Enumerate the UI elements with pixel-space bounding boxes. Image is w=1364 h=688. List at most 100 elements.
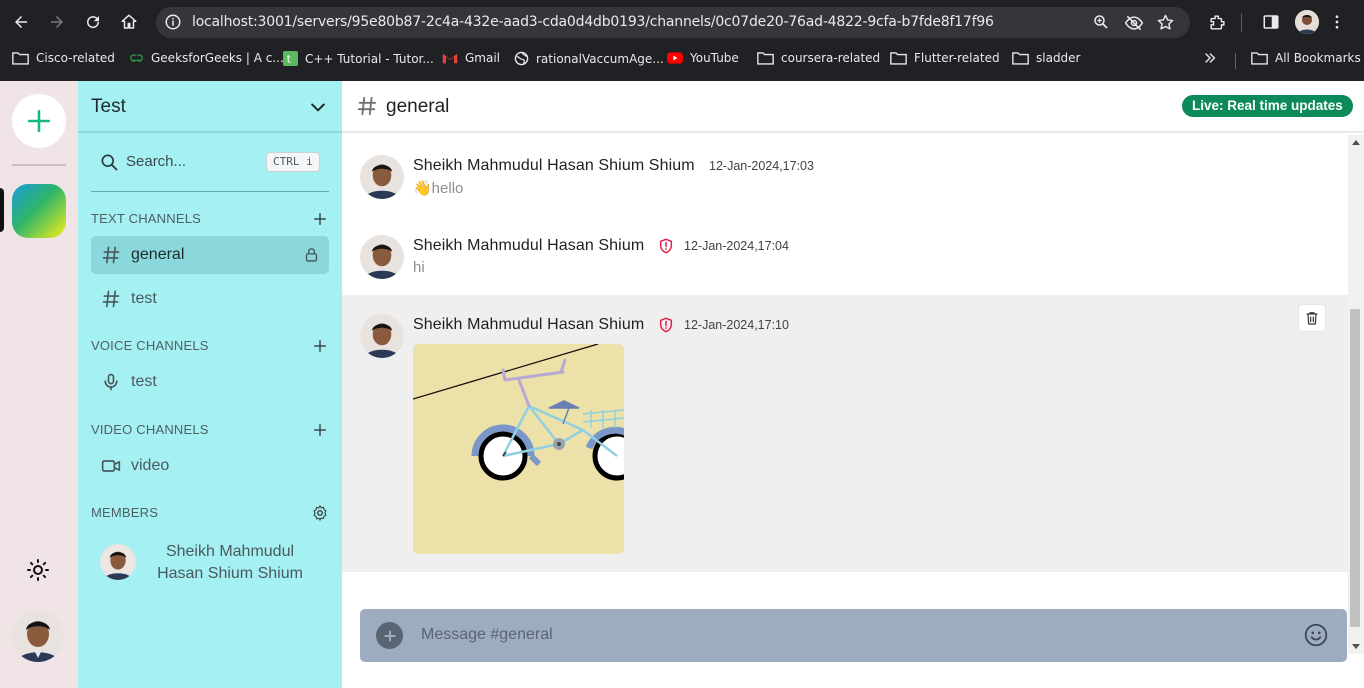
message-input[interactable]: Message #general: [421, 626, 553, 644]
channel-sidebar: Test Search... CTRL i TEXT CHANNELS gene…: [78, 81, 342, 688]
member-item[interactable]: Sheikh Mahmudul Hasan Shium Shium: [98, 540, 330, 590]
rail-separator: [12, 164, 66, 166]
sidebar-separator: [91, 191, 329, 192]
bookmark-youtube[interactable]: YouTube: [667, 51, 739, 65]
emoji-picker-smile-icon[interactable]: [1303, 622, 1329, 648]
scrollbar-thumb[interactable]: [1350, 309, 1360, 627]
side-panel-icon[interactable]: [1259, 10, 1283, 34]
image-attachment-bicycle[interactable]: [413, 344, 624, 554]
home-icon[interactable]: [117, 10, 141, 34]
live-status-badge: Live: Real time updates: [1182, 95, 1353, 117]
channel-general[interactable]: general: [91, 236, 329, 274]
more-bookmarks-icon[interactable]: [1203, 51, 1217, 65]
message-author[interactable]: Sheikh Mahmudul Hasan Shium Shium: [413, 157, 695, 175]
cpp-icon: t: [283, 51, 298, 66]
scroll-up-icon[interactable]: [1352, 140, 1360, 145]
gfg-icon: [130, 54, 143, 62]
message-item[interactable]: Sheikh Mahmudul Hasan Shium 12-Jan-2024,…: [342, 215, 1348, 295]
back-icon[interactable]: [9, 10, 33, 34]
gmail-icon: [442, 53, 458, 64]
browser-toolbar: localhost:3001/servers/95e80b87-2c4a-432…: [0, 0, 1364, 45]
server-icon-test[interactable]: [12, 184, 66, 238]
message-avatar[interactable]: [360, 235, 404, 279]
extensions-icon[interactable]: [1205, 10, 1229, 34]
youtube-icon: [667, 52, 683, 64]
plus-icon: [27, 109, 51, 133]
folder-icon: [1012, 52, 1029, 65]
svg-text:t: t: [287, 53, 291, 65]
message-scrollbar[interactable]: [1348, 135, 1364, 654]
folder-icon: [890, 52, 907, 65]
chat-area: general Live: Real time updates Sheikh M…: [342, 81, 1364, 688]
chevron-down-icon[interactable]: [308, 97, 328, 117]
message-composer[interactable]: Message #general: [360, 609, 1347, 662]
bookmark-geeksforgeeks[interactable]: GeeksforGeeks | A c...: [129, 51, 284, 65]
admin-shield-icon: [658, 238, 674, 254]
video-channel-video[interactable]: video: [91, 447, 329, 485]
create-video-channel-plus-icon[interactable]: [311, 421, 329, 439]
bookmark-cisco-related[interactable]: Cisco-related: [12, 51, 115, 65]
chat-header: general Live: Real time updates: [342, 81, 1364, 133]
message-text: hi: [413, 259, 425, 276]
bookmark-rationalvaccumage[interactable]: rationalVaccumAge...: [514, 51, 664, 66]
message-author[interactable]: Sheikh Mahmudul Hasan Shium: [413, 237, 644, 255]
all-bookmarks[interactable]: All Bookmarks: [1251, 51, 1361, 65]
bookmark-cpp-tutorial[interactable]: t C++ Tutorial - Tutor...: [283, 51, 434, 66]
bookmark-coursera-related[interactable]: coursera-related: [757, 51, 880, 65]
profile-avatar-icon[interactable]: [1295, 10, 1319, 34]
message-avatar[interactable]: [360, 155, 404, 199]
hash-icon: [101, 289, 121, 309]
folder-icon: [1251, 52, 1268, 65]
message-list[interactable]: Sheikh Mahmudul Hasan Shium Shium 12-Jan…: [342, 135, 1348, 654]
zoom-icon[interactable]: [1092, 13, 1112, 33]
bookmark-flutter-related[interactable]: Flutter-related: [890, 51, 1000, 65]
bookmark-star-icon[interactable]: [1156, 13, 1176, 33]
browser-menu-icon[interactable]: [1325, 10, 1349, 34]
message-avatar[interactable]: [360, 314, 404, 358]
section-text-channels: TEXT CHANNELS: [91, 210, 329, 228]
message-timestamp: 12-Jan-2024,17:03: [709, 159, 814, 173]
message-timestamp: 12-Jan-2024,17:04: [684, 239, 789, 253]
search-button[interactable]: Search... CTRL i: [91, 148, 321, 176]
search-icon: [99, 152, 119, 172]
reload-icon[interactable]: [81, 10, 105, 34]
delete-message-button[interactable]: [1298, 304, 1326, 332]
server-header[interactable]: Test: [78, 81, 342, 133]
message-item[interactable]: Sheikh Mahmudul Hasan Shium Shium 12-Jan…: [342, 135, 1348, 215]
server-rail: [0, 81, 78, 688]
folder-icon: [757, 52, 774, 65]
message-item-hovered[interactable]: Sheikh Mahmudul Hasan Shium 12-Jan-2024,…: [342, 295, 1348, 572]
voice-channel-test[interactable]: test: [91, 363, 329, 401]
bookmark-sladder[interactable]: sladder: [1012, 51, 1081, 65]
theme-toggle-sun-icon[interactable]: [26, 558, 50, 582]
plus-icon: [383, 629, 396, 642]
video-camera-icon: [101, 456, 121, 476]
forward-icon[interactable]: [45, 10, 69, 34]
message-text: 👋hello: [413, 180, 464, 197]
add-server-button[interactable]: [12, 94, 66, 148]
add-attachment-button[interactable]: [376, 622, 403, 649]
eye-off-icon[interactable]: [1124, 13, 1144, 33]
manage-members-gear-icon[interactable]: [311, 504, 329, 522]
message-timestamp: 12-Jan-2024,17:10: [684, 318, 789, 332]
bookmarks-bar: Cisco-related GeeksforGeeks | A c... t C…: [0, 45, 1364, 75]
bookmark-gmail[interactable]: Gmail: [442, 51, 500, 65]
message-author[interactable]: Sheikh Mahmudul Hasan Shium: [413, 316, 644, 334]
site-info-icon[interactable]: [164, 13, 182, 31]
address-bar[interactable]: localhost:3001/servers/95e80b87-2c4a-432…: [156, 7, 1190, 38]
create-voice-channel-plus-icon[interactable]: [311, 337, 329, 355]
channel-test[interactable]: test: [91, 280, 329, 318]
server-name: Test: [91, 96, 126, 117]
admin-shield-icon: [658, 317, 674, 333]
scroll-down-icon[interactable]: [1352, 644, 1360, 649]
hash-icon: [356, 95, 378, 117]
browser-chrome: localhost:3001/servers/95e80b87-2c4a-432…: [0, 0, 1364, 81]
user-avatar[interactable]: [12, 610, 64, 662]
member-name: Sheikh Mahmudul Hasan Shium Shium: [157, 543, 303, 582]
trash-icon: [1306, 312, 1318, 325]
create-text-channel-plus-icon[interactable]: [311, 210, 329, 228]
microphone-icon: [101, 372, 121, 392]
toolbar-divider: [1241, 14, 1242, 32]
active-server-indicator: [0, 188, 4, 232]
url-text: localhost:3001/servers/95e80b87-2c4a-432…: [192, 14, 994, 30]
